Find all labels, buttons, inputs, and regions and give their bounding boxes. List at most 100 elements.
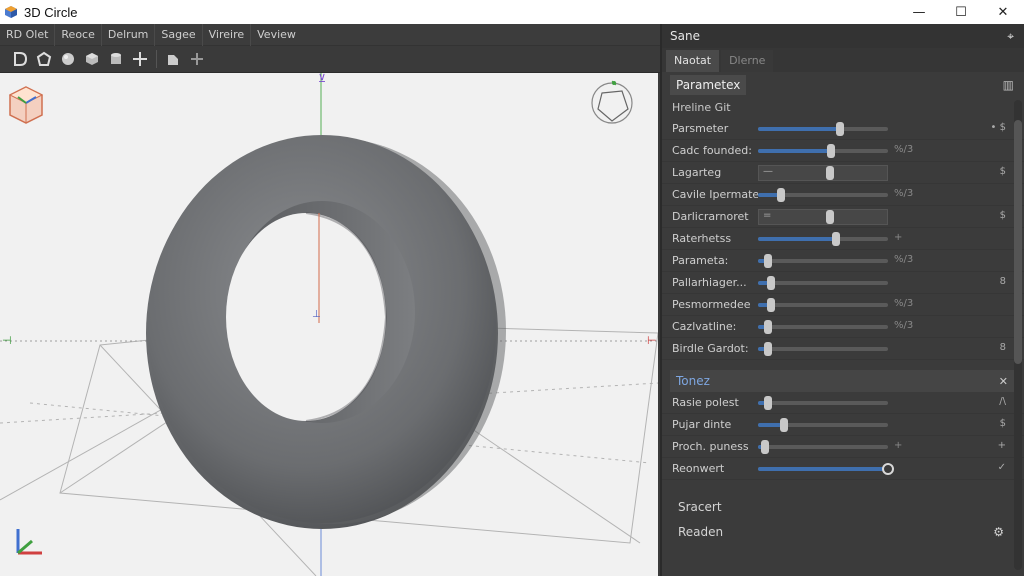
footer-row-readen[interactable]: Readen ⚙ [662,519,1024,544]
param-slider-thumb[interactable] [764,342,773,356]
tonez-action-icon[interactable]: ✓ [998,462,1006,473]
param-action-icon[interactable]: • $ [991,122,1006,133]
origin-marker: ⊥ [312,309,321,320]
menu-item-reoce[interactable]: Reoce [55,23,102,46]
select-icon [168,55,178,65]
menu-item-veview[interactable]: Veview [251,24,302,46]
param-slider-thumb[interactable] [826,144,835,158]
menu-item-vireire[interactable]: Vireire [203,23,252,46]
param-slider-track[interactable] [758,325,888,329]
param-row: Cavile Ipermate %/3 [662,184,1024,206]
minimize-button[interactable]: — [898,0,940,24]
play-icon [14,52,28,66]
param-slider-thumb[interactable] [767,298,775,312]
cylinder-icon [111,53,121,64]
axis-marker-left: ⊣ [2,334,12,347]
move-button[interactable] [128,48,152,70]
torus-object[interactable] [146,135,506,529]
tonez-title: Tonez [676,374,710,388]
param-slider-track[interactable] [758,281,888,285]
title-bar: 3D Circle — ☐ ✕ [0,0,1024,24]
orientation-cube-icon[interactable] [8,86,44,124]
app-icon [5,6,17,18]
param-slider-thumb[interactable] [767,276,775,290]
menu-item-rd-olet[interactable]: RD Olet [0,23,56,46]
tonez-label: Proch. puness [672,440,749,453]
param-slider-track[interactable] [758,347,888,351]
param-slider-thumb[interactable] [825,166,834,180]
param-label: Raterhetss [672,232,732,245]
cylinder-button[interactable] [104,48,128,70]
tonez-row: Pujar dinte $ [662,414,1024,436]
param-action-icon[interactable]: 8 [1000,342,1006,353]
panel-tabs: Naotat Dlerne [662,48,1024,72]
param-slider-track[interactable] [758,149,888,153]
scene-canvas[interactable]: ⊻ ⊣ ⊢ ⊥ [0,73,658,576]
param-slider-thumb[interactable] [764,320,773,334]
axes-gizmo-icon [16,529,42,555]
param-unit-label: %/3 [894,144,914,155]
param-value-box[interactable]: — [758,165,888,181]
play-button[interactable] [8,48,32,70]
tonez-action-icon[interactable]: + [998,440,1006,451]
tonez-slider-track[interactable] [758,423,888,427]
3d-viewport[interactable]: ⊻ ⊣ ⊢ ⊥ [0,73,658,576]
cube-button[interactable] [80,48,104,70]
tab-dlerne[interactable]: Dlerne [721,50,774,72]
menu-item-sagee[interactable]: Sagee [155,23,203,46]
param-slider-thumb[interactable] [825,210,834,224]
tonez-row: Reonwert ✓ [662,458,1024,480]
view-gizmo-icon[interactable] [591,80,633,124]
tonez-action-icon[interactable]: /\ [999,396,1006,407]
tonez-slider-thumb[interactable] [764,396,773,410]
param-unit-label: %/3 [894,320,914,331]
tab-naotat[interactable]: Naotat [666,50,720,72]
param-slider-track[interactable] [758,259,888,263]
tonez-slider-thumb[interactable] [780,418,788,432]
param-slider-track[interactable] [758,303,888,307]
maximize-button[interactable]: ☐ [940,0,982,24]
param-slider-thumb[interactable] [764,254,773,268]
param-action-icon[interactable]: $ [1000,210,1006,221]
param-value-box[interactable]: = [758,209,888,225]
param-slider-track[interactable] [758,237,888,241]
param-row: Lagarteg — $ [662,162,1024,184]
param-slider-fill [758,127,840,131]
param-slider-thumb[interactable] [832,232,840,246]
param-slider-thumb[interactable] [835,122,844,136]
menu-item-delrum[interactable]: Delrum [102,23,156,46]
sphere-icon [62,53,74,65]
select-button[interactable] [161,48,185,70]
scrollbar-thumb[interactable] [1014,120,1022,364]
footer-row-sracert[interactable]: Sracert [662,494,1024,519]
param-row: Darlicrarnoret = $ [662,206,1024,228]
param-action-icon[interactable]: 8 [1000,276,1006,287]
param-slider-track[interactable] [758,127,888,131]
tonez-close-icon[interactable]: ✕ [999,375,1008,388]
tonez-slider-track[interactable] [758,401,888,405]
param-label: Cazlvatline: [672,320,737,333]
sphere-button[interactable] [56,48,80,70]
tonez-slider-track[interactable] [758,467,888,471]
add-button[interactable] [185,48,209,70]
tonez-row: Rasie polest /\ [662,392,1024,414]
param-slider-thumb[interactable] [777,188,786,202]
tonez-slider-thumb[interactable] [760,440,769,454]
add-icon [191,53,203,65]
tonez-slider-track[interactable] [758,445,888,449]
panel-title: Sane [670,29,700,43]
param-label: Darlicrarnoret [672,210,749,223]
parameters-header: Parametex ▥ [662,74,1024,96]
tonez-label: Pujar dinte [672,418,732,431]
panel-pin-icon[interactable]: ⌖ [1007,29,1014,44]
section-title: Hreline Git [672,100,731,114]
settings-icon[interactable]: ⚙ [993,525,1004,539]
tonez-action-icon[interactable]: $ [1000,418,1006,429]
pentagon-button[interactable] [32,48,56,70]
close-button[interactable]: ✕ [982,0,1024,24]
param-label: Pesmormedee [672,298,751,311]
param-action-icon[interactable]: $ [1000,166,1006,177]
dock-icon[interactable]: ▥ [1003,78,1014,92]
tonez-slider-thumb[interactable] [882,463,894,475]
tonez-header[interactable]: Tonez ✕ [670,370,1014,392]
